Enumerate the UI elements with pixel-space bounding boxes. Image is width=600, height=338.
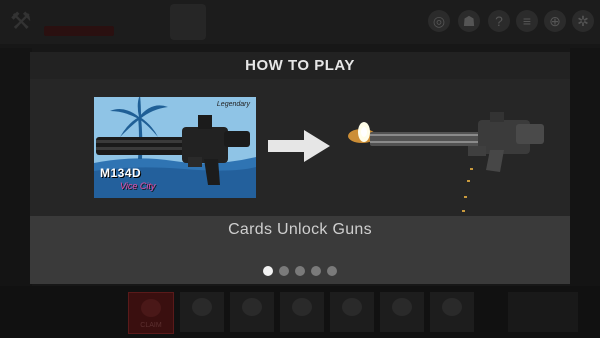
person-icon xyxy=(342,298,362,316)
page-dot-4[interactable] xyxy=(311,266,321,276)
trade-icon xyxy=(392,298,412,316)
unlocked-minigun-icon xyxy=(348,112,544,212)
hammer-icon[interactable]: ⚒ xyxy=(10,8,38,36)
player-badge xyxy=(44,26,114,36)
claim-tab-label: CLAIM xyxy=(140,322,162,329)
tutorial-caption: Cards Unlock Guns xyxy=(228,221,372,238)
bottom-tab-7[interactable] xyxy=(430,292,474,332)
help-icon[interactable]: ? xyxy=(488,10,510,32)
page-dot-3[interactable] xyxy=(295,266,305,276)
bottom-tab-6[interactable] xyxy=(380,292,424,332)
card-logo: M134D xyxy=(100,166,142,180)
star-icon xyxy=(242,298,262,316)
inbox-icon[interactable]: ≡ xyxy=(516,10,538,32)
target-tab-icon xyxy=(292,298,312,316)
page-dot-5[interactable] xyxy=(327,266,337,276)
top-bar xyxy=(0,0,600,44)
right-panel xyxy=(570,48,600,288)
bottom-tab-4[interactable] xyxy=(280,292,324,332)
avatar[interactable] xyxy=(170,4,206,40)
globe-icon[interactable]: ⊕ xyxy=(544,10,566,32)
settings-icon[interactable]: ✲ xyxy=(572,10,594,32)
tab-icon xyxy=(192,298,212,316)
card-rarity: Legendary xyxy=(216,101,250,108)
claim-icon xyxy=(141,299,161,317)
people-icon[interactable]: ☗ xyxy=(458,10,480,32)
bottom-tab-3[interactable] xyxy=(230,292,274,332)
bottom-tab-5[interactable] xyxy=(330,292,374,332)
page-dot-1[interactable] xyxy=(263,266,273,276)
page-indicator xyxy=(30,266,570,276)
left-panel xyxy=(0,48,32,288)
page-dot-2[interactable] xyxy=(279,266,289,276)
side-widget xyxy=(508,292,578,332)
card-art xyxy=(94,97,256,198)
weapon-card: Legendary M134D Vice City xyxy=(94,97,256,198)
claim-tab[interactable]: CLAIM xyxy=(128,292,174,334)
modal-title: HOW TO PLAY xyxy=(245,57,355,74)
target-icon[interactable]: ◎ xyxy=(428,10,450,32)
bottom-tab-2[interactable] xyxy=(180,292,224,332)
shop-icon xyxy=(442,298,462,316)
card-subtitle: Vice City xyxy=(120,181,156,191)
how-to-play-modal: HOW TO PLAY Legendary M134D Vice City Ca… xyxy=(30,52,570,284)
right-arrow-icon xyxy=(268,130,330,162)
